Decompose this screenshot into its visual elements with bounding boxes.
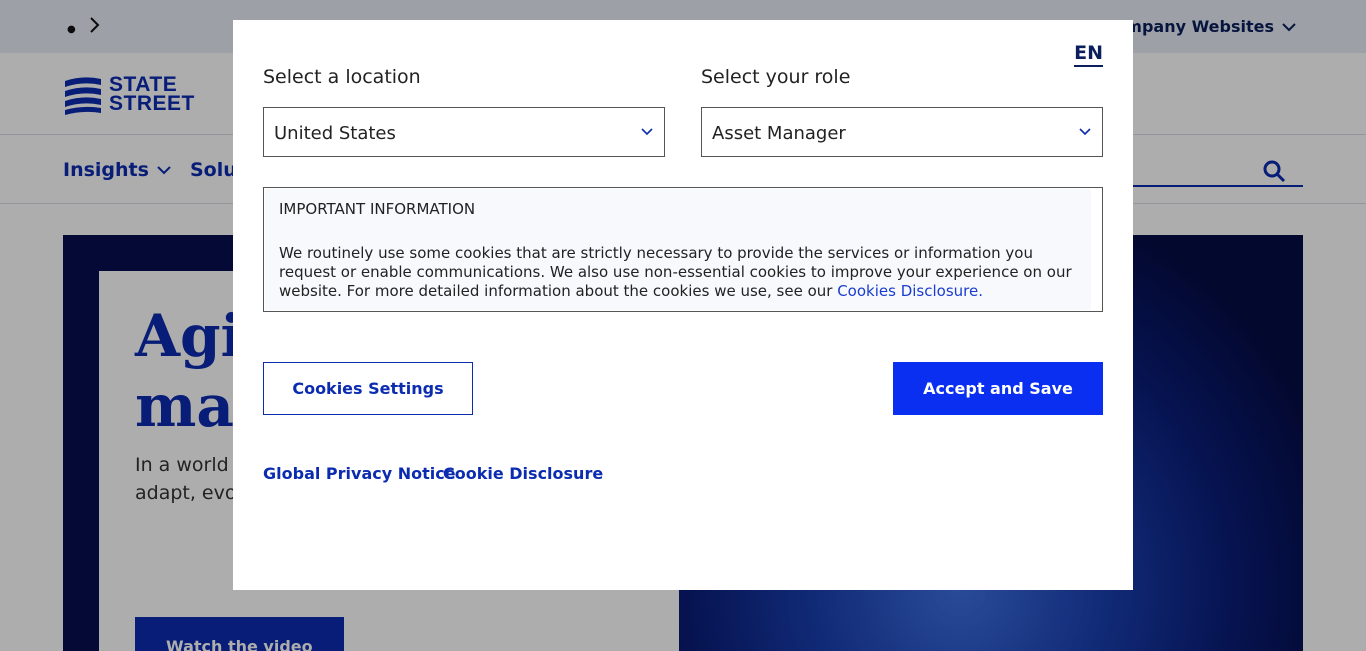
info-body-line-2: request or enable communications. We als…: [279, 263, 1072, 281]
location-select[interactable]: United States: [263, 107, 665, 157]
cookies-settings-button[interactable]: Cookies Settings: [263, 362, 473, 415]
global-privacy-notice-link[interactable]: Global Privacy Notice: [263, 464, 456, 483]
language-selector[interactable]: EN: [1074, 42, 1103, 67]
role-label: Select your role: [701, 66, 851, 88]
info-body: We routinely use some cookies that are s…: [279, 244, 1079, 301]
info-scroll-area: IMPORTANT INFORMATION We routinely use s…: [265, 189, 1091, 310]
info-title: IMPORTANT INFORMATION: [279, 200, 476, 218]
chevron-down-icon: [1079, 128, 1091, 136]
accept-cookies-button[interactable]: Accept and Save Cookies: [893, 362, 1103, 451]
role-value: Asset Manager: [712, 123, 846, 144]
info-body-line-3-text: website. For more detailed information a…: [279, 282, 838, 300]
cookie-disclosure-link[interactable]: Cookie Disclosure: [443, 464, 603, 483]
info-body-line-1: We routinely use some cookies that are s…: [279, 244, 1033, 262]
info-body-line-3: website. For more detailed information a…: [279, 282, 1079, 301]
role-select[interactable]: Asset Manager: [701, 107, 1103, 157]
chevron-down-icon: [641, 128, 653, 136]
cookies-disclosure-link[interactable]: Cookies Disclosure.: [837, 282, 983, 300]
important-information-box[interactable]: IMPORTANT INFORMATION We routinely use s…: [263, 187, 1103, 312]
location-label: Select a location: [263, 66, 421, 88]
location-role-modal: EN Select a location United States Selec…: [233, 20, 1133, 590]
location-value: United States: [274, 123, 396, 144]
